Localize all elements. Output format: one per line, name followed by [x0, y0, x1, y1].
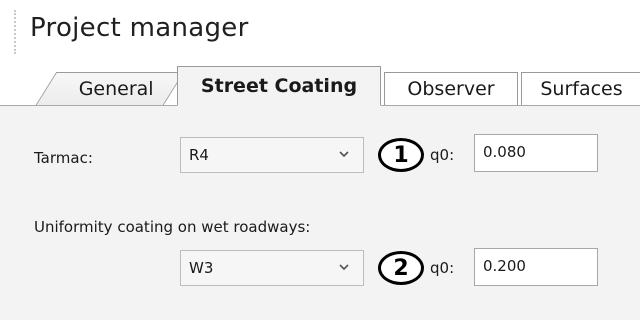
chevron-down-icon: [339, 151, 349, 158]
chevron-down-icon: [339, 264, 349, 271]
tab-street-coating[interactable]: Street Coating: [177, 66, 381, 106]
tab-surfaces-label: Surfaces: [540, 78, 623, 100]
tab-general[interactable]: General: [35, 72, 185, 105]
callout-badge-2: 2: [378, 251, 424, 285]
window-title: Project manager: [30, 13, 249, 43]
title-grip: [14, 10, 18, 54]
tab-general-label: General: [78, 78, 154, 100]
street-coating-panel: Tarmac: R4 1 q0: 0.080 Uniformity coatin…: [0, 106, 640, 320]
tab-strip: General Street Coating Observer Surfaces: [0, 62, 640, 106]
tarmac-select-value: R4: [189, 146, 209, 164]
tarmac-q0-label: q0:: [430, 146, 455, 164]
tarmac-q0-field[interactable]: 0.080: [474, 134, 598, 172]
uniformity-select-value: W3: [189, 259, 214, 277]
tarmac-label: Tarmac:: [34, 149, 93, 167]
callout-badge-1: 1: [378, 138, 424, 172]
uniformity-q0-field[interactable]: 0.200: [474, 248, 598, 286]
tab-observer[interactable]: Observer: [384, 72, 518, 105]
uniformity-q0-label: q0:: [430, 259, 455, 277]
uniformity-select[interactable]: W3: [180, 250, 364, 286]
tab-observer-label: Observer: [407, 78, 495, 100]
tarmac-select[interactable]: R4: [180, 137, 364, 173]
title-bar: Project manager: [0, 0, 640, 62]
tab-surfaces[interactable]: Surfaces: [521, 72, 640, 105]
uniformity-label: Uniformity coating on wet roadways:: [34, 218, 311, 236]
tab-street-coating-label: Street Coating: [200, 75, 358, 97]
